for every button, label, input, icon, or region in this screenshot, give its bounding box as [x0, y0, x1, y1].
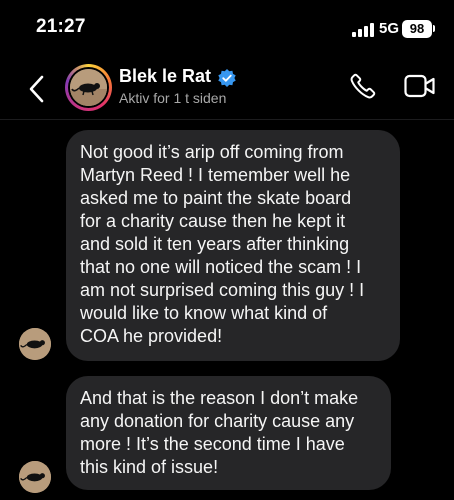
contact-name[interactable]: Blek le Rat — [119, 66, 211, 87]
status-bar: 21:27 5G 98 — [0, 0, 454, 56]
sender-avatar[interactable] — [19, 461, 51, 493]
active-status: Aktiv for 1 t siden — [119, 90, 227, 106]
battery-tip — [433, 25, 435, 32]
battery-icon: 98 — [402, 20, 432, 38]
verified-badge-icon — [218, 69, 236, 87]
sender-avatar[interactable] — [19, 328, 51, 360]
cellular-signal-icon — [352, 23, 374, 37]
message-text: And that is the reason I don’t make any … — [80, 388, 359, 477]
battery-level: 98 — [409, 21, 425, 36]
chat-header: Blek le Rat Aktiv for 1 t siden — [0, 56, 454, 120]
video-camera-icon[interactable] — [404, 74, 436, 98]
phone-icon[interactable] — [349, 72, 377, 100]
message-bubble[interactable]: Not good it’s arip off coming from Marty… — [66, 130, 400, 361]
message-text: Not good it’s arip off coming from Marty… — [80, 142, 365, 346]
status-time: 21:27 — [36, 16, 86, 37]
contact-avatar[interactable] — [65, 64, 112, 111]
rat-stencil-image — [70, 69, 107, 106]
message-bubble[interactable]: And that is the reason I don’t make any … — [66, 376, 391, 490]
network-type: 5G — [379, 20, 400, 37]
back-icon[interactable] — [26, 74, 50, 104]
